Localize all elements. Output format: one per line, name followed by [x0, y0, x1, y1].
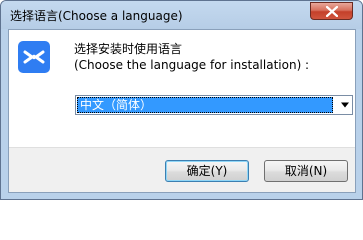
chevron-down-icon[interactable]	[340, 102, 350, 108]
dialog-content: 选择安装时使用语言 (Choose the language for insta…	[9, 30, 355, 147]
cancel-button[interactable]: 取消(N)	[264, 160, 348, 182]
button-bar: 确定(Y) 取消(N)	[9, 147, 355, 192]
close-icon	[326, 6, 338, 17]
window-title: 选择语言(Choose a language)	[10, 9, 183, 23]
language-select-value: 中文（简体）	[77, 97, 333, 113]
close-button[interactable]	[310, 2, 353, 20]
prompt-text: 选择安装时使用语言 (Choose the language for insta…	[74, 41, 309, 73]
language-select[interactable]: 中文（简体）	[75, 95, 353, 115]
ok-button[interactable]: 确定(Y)	[165, 160, 249, 182]
prompt-line-1: 选择安装时使用语言	[74, 42, 183, 56]
prompt-line-2: (Choose the language for installation) :	[74, 58, 310, 72]
app-logo-icon	[18, 41, 50, 73]
dialog-client-area: 选择安装时使用语言 (Choose the language for insta…	[8, 29, 356, 193]
dialog-window: 选择语言(Choose a language) 选择安装时使用语言 (Choos…	[0, 0, 363, 200]
title-bar[interactable]: 选择语言(Choose a language)	[1, 1, 362, 29]
